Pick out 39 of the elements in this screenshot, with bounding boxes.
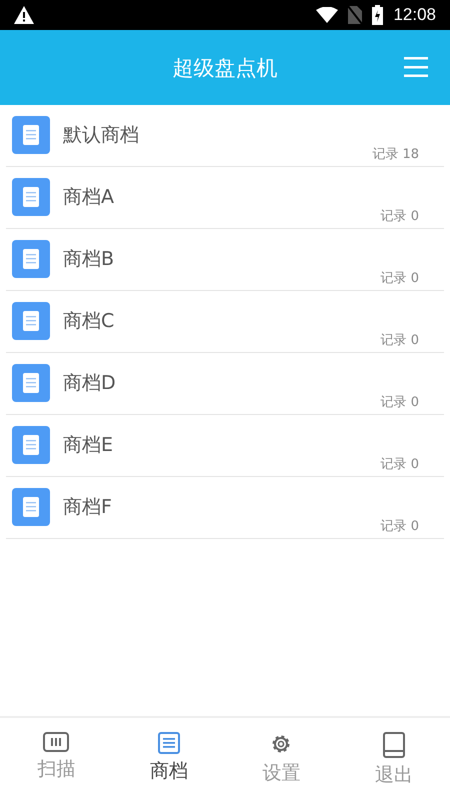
- store-name: 商档B: [63, 247, 114, 272]
- store-item[interactable]: 商档A 记录 0: [6, 167, 444, 229]
- store-name: 商档D: [63, 371, 116, 396]
- no-sim-icon: [348, 6, 362, 24]
- barcode-icon: [43, 732, 70, 752]
- record-count: 记录 0: [380, 518, 419, 535]
- document-icon: [12, 178, 50, 216]
- record-count: 记录 0: [380, 394, 419, 411]
- store-item[interactable]: 商档E 记录 0: [6, 415, 444, 477]
- door-icon: [382, 732, 405, 758]
- battery-icon: [372, 5, 384, 25]
- store-name: 默认商档: [63, 123, 139, 148]
- record-count: 记录 0: [380, 208, 419, 225]
- store-name: 商档F: [63, 495, 112, 520]
- store-item[interactable]: 默认商档 记录 18: [6, 105, 444, 167]
- document-icon: [12, 302, 50, 340]
- document-icon: [12, 426, 50, 464]
- store-item[interactable]: 商档B 记录 0: [6, 229, 444, 291]
- clock: 12:08: [393, 5, 436, 25]
- document-icon: [158, 732, 180, 754]
- document-icon: [12, 364, 50, 402]
- wifi-icon: [316, 7, 338, 23]
- record-count: 记录 0: [380, 270, 419, 287]
- store-name: 商档C: [63, 309, 114, 334]
- store-name: 商档E: [63, 433, 114, 458]
- store-item[interactable]: 商档C 记录 0: [6, 291, 444, 353]
- record-count: 记录 0: [380, 332, 419, 349]
- store-name: 商档A: [63, 185, 114, 210]
- store-item[interactable]: 商档F 记录 0: [6, 477, 444, 539]
- warning-icon: [14, 6, 34, 24]
- app-title: 超级盘点机: [172, 54, 278, 82]
- document-icon: [12, 240, 50, 278]
- document-icon: [12, 488, 50, 526]
- record-count: 记录 0: [380, 456, 419, 473]
- menu-icon[interactable]: [404, 57, 428, 77]
- nav-tab[interactable]: 商档: [112, 718, 225, 800]
- document-icon: [12, 116, 50, 154]
- record-count: 记录 18: [372, 146, 419, 163]
- store-item[interactable]: 商档D 记录 0: [6, 353, 444, 415]
